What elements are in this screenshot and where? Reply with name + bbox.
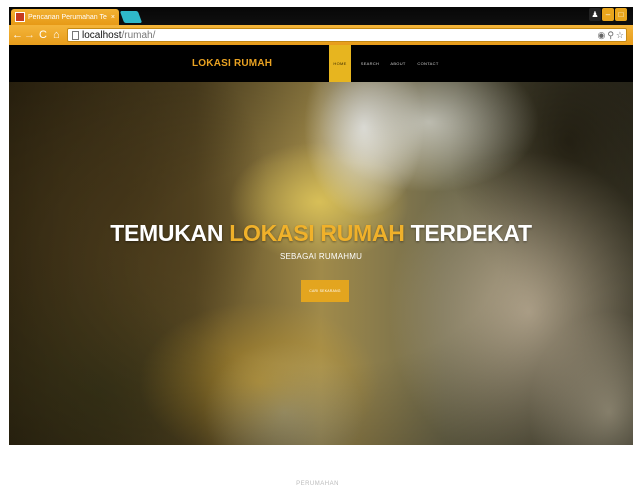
screen: Pencarian Perumahan Te × ♟ – □ ← → C ⌂ l… xyxy=(0,0,635,487)
omnibox-icons: ◉ ⚲ ☆ xyxy=(597,29,624,41)
url-host: localhost xyxy=(82,29,122,41)
hero-subtitle: SEBAGAI RUMAHMU xyxy=(279,252,363,261)
search-now-button[interactable]: CARI SEKARANG xyxy=(301,280,349,302)
new-tab-button[interactable] xyxy=(119,11,143,23)
hero-title: TEMUKAN LOKASI RUMAH TERDEKAT xyxy=(9,220,633,247)
tab-close-icon[interactable]: × xyxy=(111,14,115,21)
nav-about[interactable]: ABOUT xyxy=(387,45,409,82)
minimize-button[interactable]: – xyxy=(602,8,614,21)
nav-contact[interactable]: CONTACT xyxy=(414,45,442,82)
settings-icon[interactable]: ◉ xyxy=(597,29,605,41)
hero-title-part1: TEMUKAN xyxy=(110,220,224,246)
url-path: /rumah/ xyxy=(121,29,156,41)
favicon-icon xyxy=(15,12,25,22)
forward-icon[interactable]: → xyxy=(24,28,35,42)
home-icon[interactable]: ⌂ xyxy=(53,28,60,42)
star-icon[interactable]: ☆ xyxy=(616,29,624,41)
nav-search[interactable]: SEARCH xyxy=(359,45,381,82)
browser-tab[interactable]: Pencarian Perumahan Te × xyxy=(11,9,119,25)
site-navbar: LOKASI RUMAH HOME SEARCH ABOUT CONTACT xyxy=(9,45,633,82)
web-page: LOKASI RUMAH HOME SEARCH ABOUT CONTACT T… xyxy=(9,45,633,445)
browser-window: Pencarian Perumahan Te × ♟ – □ ← → C ⌂ l… xyxy=(9,7,633,445)
zoom-icon[interactable]: ⚲ xyxy=(607,29,614,41)
site-brand[interactable]: LOKASI RUMAH xyxy=(192,58,272,69)
hero-title-part3: TERDEKAT xyxy=(410,220,532,246)
title-bar: Pencarian Perumahan Te × ♟ – □ xyxy=(9,7,633,25)
user-icon[interactable]: ♟ xyxy=(589,8,601,21)
reload-icon[interactable]: C xyxy=(39,28,47,42)
page-icon xyxy=(72,30,79,40)
address-bar[interactable]: localhost /rumah/ ◉ ⚲ ☆ xyxy=(67,28,627,42)
browser-toolbar: ← → C ⌂ localhost /rumah/ ◉ ⚲ ☆ xyxy=(9,25,633,45)
section-heading: PERUMAHAN xyxy=(296,481,339,487)
hero-title-accent: LOKASI RUMAH xyxy=(229,220,405,246)
tab-title: Pencarian Perumahan Te xyxy=(28,13,107,21)
nav-home[interactable]: HOME xyxy=(329,45,351,82)
maximize-button[interactable]: □ xyxy=(615,8,627,21)
hero-section: TEMUKAN LOKASI RUMAH TERDEKAT SEBAGAI RU… xyxy=(9,82,633,445)
hero-background xyxy=(9,82,633,445)
back-icon[interactable]: ← xyxy=(12,28,23,42)
